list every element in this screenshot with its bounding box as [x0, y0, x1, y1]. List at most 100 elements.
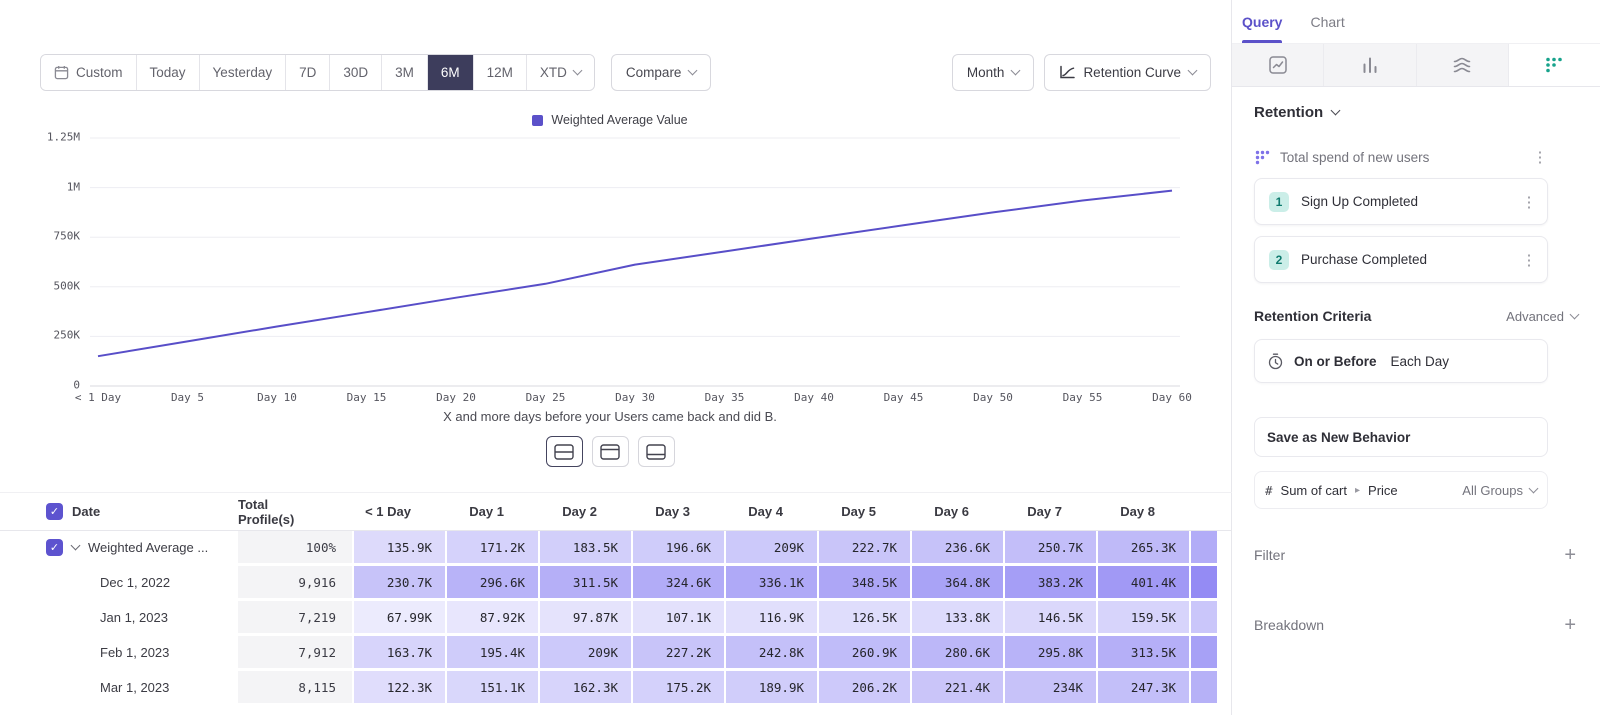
table-row: Jan 1, 2023 7,21967.99K87.92K97.87K107.1K…	[0, 601, 1232, 636]
step-number-badge: 1	[1269, 192, 1289, 212]
chart-type-tab-retention[interactable]	[1509, 44, 1600, 86]
retention-value-cell: 280.6K	[910, 636, 1003, 671]
kebab-menu-icon[interactable]: ⋮	[1521, 251, 1537, 269]
behavior-step[interactable]: 1Sign Up Completed⋮	[1254, 178, 1548, 225]
row-label-cell: Dec 1, 2022	[0, 566, 238, 601]
date-range-group: CustomTodayYesterday 7D 30D3M6M12MXTD	[40, 54, 595, 91]
retention-value-cell: 206.2K	[817, 671, 910, 706]
retention-value-cell: 230.7K	[352, 566, 445, 601]
range-button-7d[interactable]: 7D	[286, 55, 330, 90]
row-checkbox[interactable]: ✓	[46, 503, 63, 520]
compare-button[interactable]: Compare	[611, 54, 712, 91]
retention-value-cell: 196.6K	[631, 531, 724, 566]
column-header: Day 1	[424, 493, 517, 530]
row-label: Weighted Average ...	[88, 540, 208, 555]
measurement-row[interactable]: # Sum of cart ▸ Price All Groups	[1254, 471, 1548, 509]
number-property-icon: #	[1265, 483, 1273, 498]
x-tick-label: < 1 Day	[75, 391, 121, 404]
chevron-down-icon	[572, 66, 582, 76]
bars-chart-icon	[1360, 55, 1380, 75]
chart-type-tab-bars[interactable]	[1324, 44, 1416, 86]
retention-value-cell: 189.9K	[724, 671, 817, 706]
save-behavior-button[interactable]: Save as New Behavior	[1254, 417, 1548, 457]
advanced-dropdown[interactable]: Advanced	[1506, 309, 1578, 324]
y-tick-label: 250K	[54, 329, 81, 342]
total-profiles-cell: 7,219	[238, 601, 352, 636]
retention-value-cell: 107.1K	[631, 601, 724, 636]
range-button-6m[interactable]: 6M	[428, 55, 474, 90]
x-tick-label: Day 35	[705, 391, 745, 404]
retention-value-sliver	[1189, 601, 1217, 636]
granularity-label: Month	[967, 65, 1005, 80]
retention-chart-icon	[1544, 55, 1564, 75]
retention-value-cell: 250.7K	[1003, 531, 1096, 566]
retention-value-sliver	[1189, 566, 1217, 601]
retention-value-cell: 67.99K	[352, 601, 445, 636]
chart-type-tab-insights[interactable]	[1232, 44, 1324, 86]
legend-label: Weighted Average Value	[551, 113, 687, 127]
advanced-label: Advanced	[1506, 309, 1564, 324]
chevron-down-icon	[1331, 106, 1341, 116]
retention-condition-box[interactable]: On or Before Each Day	[1254, 339, 1548, 383]
chart-type-tab-bar	[1232, 43, 1600, 87]
add-breakdown-button[interactable]: +	[1564, 615, 1576, 635]
row-label: Mar 1, 2023	[100, 680, 169, 695]
retention-value-cell: 222.7K	[817, 531, 910, 566]
retention-value-cell: 146.5K	[1003, 601, 1096, 636]
range-button-xtd[interactable]: XTD	[527, 55, 594, 90]
layout-header-band-icon[interactable]	[592, 436, 629, 467]
add-filter-button[interactable]: +	[1564, 545, 1576, 565]
kebab-menu-icon[interactable]: ⋮	[1521, 193, 1537, 211]
expand-caret-icon[interactable]	[71, 540, 81, 550]
retention-value-cell: 195.4K	[445, 636, 538, 671]
row-label: Jan 1, 2023	[100, 610, 168, 625]
range-button-today[interactable]: Today	[137, 55, 200, 90]
retention-value-cell: 171.2K	[445, 531, 538, 566]
range-button-3m[interactable]: 3M	[382, 55, 428, 90]
retention-value-cell: 209K	[724, 531, 817, 566]
retention-value-cell: 242.8K	[724, 636, 817, 671]
table-row: Mar 1, 20238,115122.3K151.1K162.3K175.2K…	[0, 671, 1232, 706]
row-label-cell: Mar 1, 2023	[0, 671, 238, 706]
range-button-30d[interactable]: 30D	[330, 55, 382, 90]
retention-criteria-title: Retention Criteria	[1254, 308, 1371, 324]
chart-type-tab-flows[interactable]	[1417, 44, 1509, 86]
column-header: Day 2	[517, 493, 610, 530]
range-button-12m[interactable]: 12M	[474, 55, 527, 90]
retention-value-cell: 227.2K	[631, 636, 724, 671]
retention-value-cell: 97.87K	[538, 601, 631, 636]
save-behavior-label: Save as New Behavior	[1267, 430, 1410, 445]
retention-value-cell: 383.2K	[1003, 566, 1096, 601]
retention-value-cell: 183.5K	[538, 531, 631, 566]
x-tick-label: Day 50	[973, 391, 1013, 404]
row-checkbox[interactable]: ✓	[46, 539, 63, 556]
granularity-button[interactable]: Month	[952, 54, 1035, 91]
y-tick-label: 750K	[54, 230, 81, 243]
range-button-yesterday[interactable]: Yesterday	[200, 55, 287, 90]
layout-split-rows-icon[interactable]	[546, 436, 583, 467]
tab-chart[interactable]: Chart	[1310, 14, 1344, 43]
all-groups-dropdown[interactable]: All Groups	[1462, 483, 1537, 498]
range-button-custom[interactable]: Custom	[41, 55, 137, 90]
layout-footer-band-icon[interactable]	[638, 436, 675, 467]
insights-chart-icon	[1268, 55, 1288, 75]
tab-query[interactable]: Query	[1242, 14, 1282, 43]
row-label-cell: Feb 1, 2023	[0, 636, 238, 671]
chart-type-button[interactable]: Retention Curve	[1044, 54, 1211, 91]
table-row: Feb 1, 20237,912163.7K195.4K209K227.2K24…	[0, 636, 1232, 671]
retention-value-cell: 209K	[538, 636, 631, 671]
kebab-menu-icon[interactable]: ⋮	[1532, 148, 1548, 166]
breakdown-section: Breakdown +	[1254, 615, 1578, 635]
behavior-step[interactable]: 2Purchase Completed⋮	[1254, 236, 1548, 283]
retention-value-cell: 87.92K	[445, 601, 538, 636]
range-label: 7D	[299, 65, 316, 80]
retention-section-header[interactable]: Retention	[1254, 104, 1578, 121]
retention-value-sliver	[1189, 531, 1217, 566]
column-header: Day 3	[610, 493, 703, 530]
x-tick-label: Day 20	[436, 391, 476, 404]
retention-value-cell: 122.3K	[352, 671, 445, 706]
table-row: ✓Weighted Average ...100%135.9K171.2K183…	[0, 531, 1232, 566]
behavior-header: Total spend of new users ⋮	[1254, 136, 1548, 178]
column-header: Day 7	[982, 493, 1075, 530]
condition-label: On or Before	[1294, 354, 1377, 369]
